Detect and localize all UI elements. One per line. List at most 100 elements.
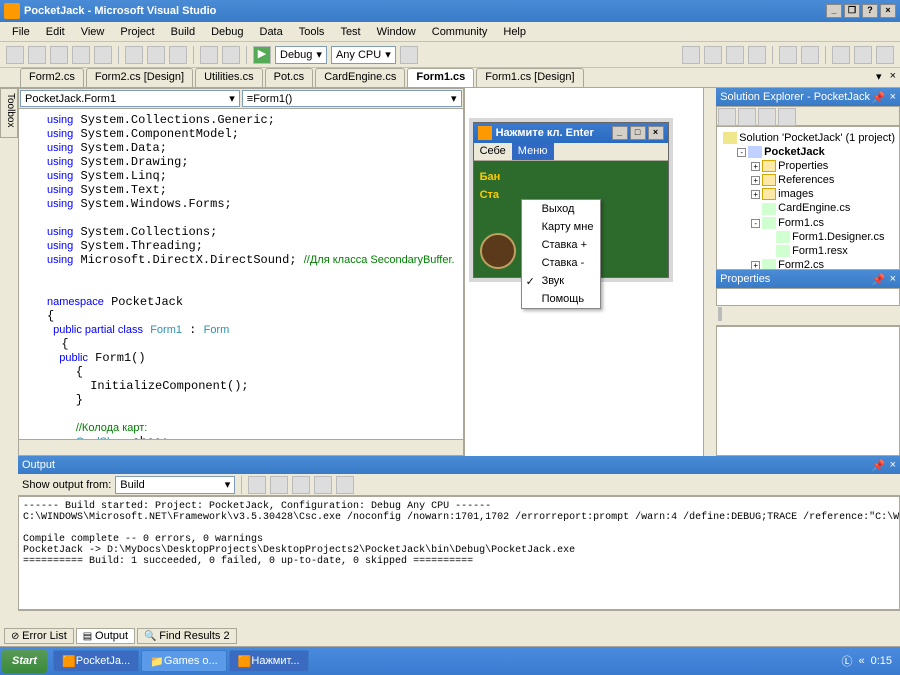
paste-button[interactable] bbox=[169, 46, 187, 64]
member-navigator[interactable]: ≡ Form1()▾ bbox=[242, 90, 462, 107]
out-pin-icon[interactable]: 📌 bbox=[872, 459, 886, 472]
redo-button[interactable] bbox=[222, 46, 240, 64]
toolbox-button-2[interactable] bbox=[748, 46, 766, 64]
comment-button[interactable] bbox=[779, 46, 797, 64]
menu-tools[interactable]: Tools bbox=[293, 24, 331, 39]
step-in-button[interactable] bbox=[832, 46, 850, 64]
panel-close-icon[interactable]: × bbox=[890, 91, 896, 103]
tray-expand-icon[interactable]: « bbox=[858, 655, 864, 667]
menu-card[interactable]: Карту мне bbox=[522, 218, 600, 236]
config-combo[interactable]: Debug▾ bbox=[275, 46, 327, 64]
menu-view[interactable]: View bbox=[75, 24, 111, 39]
se-properties-button[interactable] bbox=[718, 108, 736, 126]
step-out-button[interactable] bbox=[876, 46, 894, 64]
undo-button[interactable] bbox=[200, 46, 218, 64]
start-button[interactable]: Start bbox=[2, 649, 47, 673]
toolbox-vtab[interactable]: Toolbox bbox=[0, 88, 18, 138]
form-min-button[interactable]: _ bbox=[612, 126, 628, 140]
menu-exit[interactable]: Выход bbox=[522, 200, 600, 218]
start-debug-button[interactable]: ▶ bbox=[253, 46, 271, 64]
find-button[interactable] bbox=[400, 46, 418, 64]
menu-file[interactable]: File bbox=[6, 24, 36, 39]
object-browser-button[interactable] bbox=[726, 46, 744, 64]
form-menu-sebe[interactable]: Себе bbox=[474, 143, 512, 160]
tree-item[interactable]: +images bbox=[721, 187, 895, 201]
new-project-button[interactable] bbox=[6, 46, 24, 64]
menu-community[interactable]: Community bbox=[426, 24, 494, 39]
menu-bet-plus[interactable]: Ставка + bbox=[522, 236, 600, 254]
tray-lang-icon[interactable]: Ⓛ bbox=[841, 653, 852, 669]
se-showall-button[interactable] bbox=[738, 108, 756, 126]
btab-output[interactable]: ▤ Output bbox=[76, 628, 135, 644]
add-item-button[interactable] bbox=[28, 46, 46, 64]
menu-data[interactable]: Data bbox=[254, 24, 289, 39]
form-max-button[interactable]: □ bbox=[630, 126, 646, 140]
menu-help[interactable]: Help bbox=[497, 24, 532, 39]
props-az-button[interactable] bbox=[720, 307, 722, 321]
properties-button-tb[interactable] bbox=[704, 46, 722, 64]
menu-window[interactable]: Window bbox=[371, 24, 422, 39]
tree-project[interactable]: -PocketJack bbox=[721, 145, 895, 159]
out-close-icon[interactable]: × bbox=[890, 459, 896, 471]
v-scrollbar[interactable] bbox=[703, 88, 716, 456]
menu-test[interactable]: Test bbox=[334, 24, 366, 39]
props-object-combo[interactable] bbox=[716, 288, 900, 306]
system-tray[interactable]: Ⓛ « 0:15 bbox=[835, 653, 898, 669]
tree-item[interactable]: CardEngine.cs bbox=[721, 201, 895, 215]
cut-button[interactable] bbox=[125, 46, 143, 64]
open-button[interactable] bbox=[50, 46, 68, 64]
tab-cardengine[interactable]: CardEngine.cs bbox=[315, 68, 405, 87]
save-all-button[interactable] bbox=[94, 46, 112, 64]
tree-item[interactable]: -Form1.cs bbox=[721, 216, 895, 230]
menu-bet-minus[interactable]: Ставка - bbox=[522, 254, 600, 272]
uncomment-button[interactable] bbox=[801, 46, 819, 64]
output-source-combo[interactable]: Build▾ bbox=[115, 476, 235, 494]
tab-pot[interactable]: Pot.cs bbox=[265, 68, 314, 87]
tab-form2-design[interactable]: Form2.cs [Design] bbox=[86, 68, 193, 87]
out-next-button[interactable] bbox=[292, 476, 310, 494]
step-over-button[interactable] bbox=[854, 46, 872, 64]
properties-grid[interactable] bbox=[716, 326, 900, 456]
btab-find-results[interactable]: 🔍 Find Results 2 bbox=[137, 628, 237, 644]
form-menu-menu[interactable]: Меню bbox=[512, 143, 554, 160]
props-close-icon[interactable]: × bbox=[890, 273, 896, 285]
tabs-dropdown-icon[interactable]: ▾ bbox=[872, 68, 886, 87]
out-wrap-button[interactable] bbox=[336, 476, 354, 494]
tree-item[interactable]: Form1.resx bbox=[721, 244, 895, 258]
tree-item[interactable]: +Form2.cs bbox=[721, 258, 895, 270]
menu-edit[interactable]: Edit bbox=[40, 24, 71, 39]
tree-solution[interactable]: Solution 'PocketJack' (1 project) bbox=[721, 131, 895, 145]
task-games[interactable]: 📁 Games o... bbox=[141, 650, 227, 672]
menu-help[interactable]: Помощь bbox=[522, 290, 600, 308]
designed-form[interactable]: Нажмите кл. Enter _ □ × Себе Меню БанСта bbox=[473, 122, 669, 278]
form-designer[interactable]: Нажмите кл. Enter _ □ × Себе Меню БанСта bbox=[464, 88, 703, 456]
tab-form2-cs[interactable]: Form2.cs bbox=[20, 68, 84, 87]
solution-tree[interactable]: Solution 'PocketJack' (1 project) -Pocke… bbox=[717, 127, 899, 270]
tree-item[interactable]: +Properties bbox=[721, 159, 895, 173]
platform-combo[interactable]: Any CPU▾ bbox=[331, 46, 396, 64]
help-button[interactable]: ? bbox=[862, 4, 878, 18]
form-close-button[interactable]: × bbox=[648, 126, 664, 140]
save-button[interactable] bbox=[72, 46, 90, 64]
toolbox-button[interactable] bbox=[682, 46, 700, 64]
out-clear-button[interactable] bbox=[314, 476, 332, 494]
tree-item[interactable]: Form1.Designer.cs bbox=[721, 230, 895, 244]
btab-error-list[interactable]: ⊘ Error List bbox=[4, 628, 74, 644]
tab-utilities[interactable]: Utilities.cs bbox=[195, 68, 263, 87]
task-pocketjack[interactable]: 🟧 PocketJa... bbox=[53, 650, 139, 672]
menu-debug[interactable]: Debug bbox=[205, 24, 249, 39]
copy-button[interactable] bbox=[147, 46, 165, 64]
tree-item[interactable]: +References bbox=[721, 173, 895, 187]
pin-icon[interactable]: 📌 bbox=[872, 91, 886, 104]
output-text[interactable]: ------ Build started: Project: PocketJac… bbox=[18, 496, 900, 610]
tab-form1-cs[interactable]: Form1.cs bbox=[407, 68, 474, 87]
out-find-button[interactable] bbox=[248, 476, 266, 494]
task-app[interactable]: 🟧 Нажмит... bbox=[229, 650, 309, 672]
class-navigator[interactable]: PocketJack.Form1▾ bbox=[20, 90, 240, 107]
menu-sound[interactable]: ✓Звук bbox=[522, 272, 600, 290]
props-pin-icon[interactable]: 📌 bbox=[872, 273, 886, 286]
tab-form1-design[interactable]: Form1.cs [Design] bbox=[476, 68, 583, 87]
out-h-scrollbar[interactable] bbox=[18, 610, 900, 626]
restore-button[interactable]: ❐ bbox=[844, 4, 860, 18]
close-button[interactable]: × bbox=[880, 4, 896, 18]
